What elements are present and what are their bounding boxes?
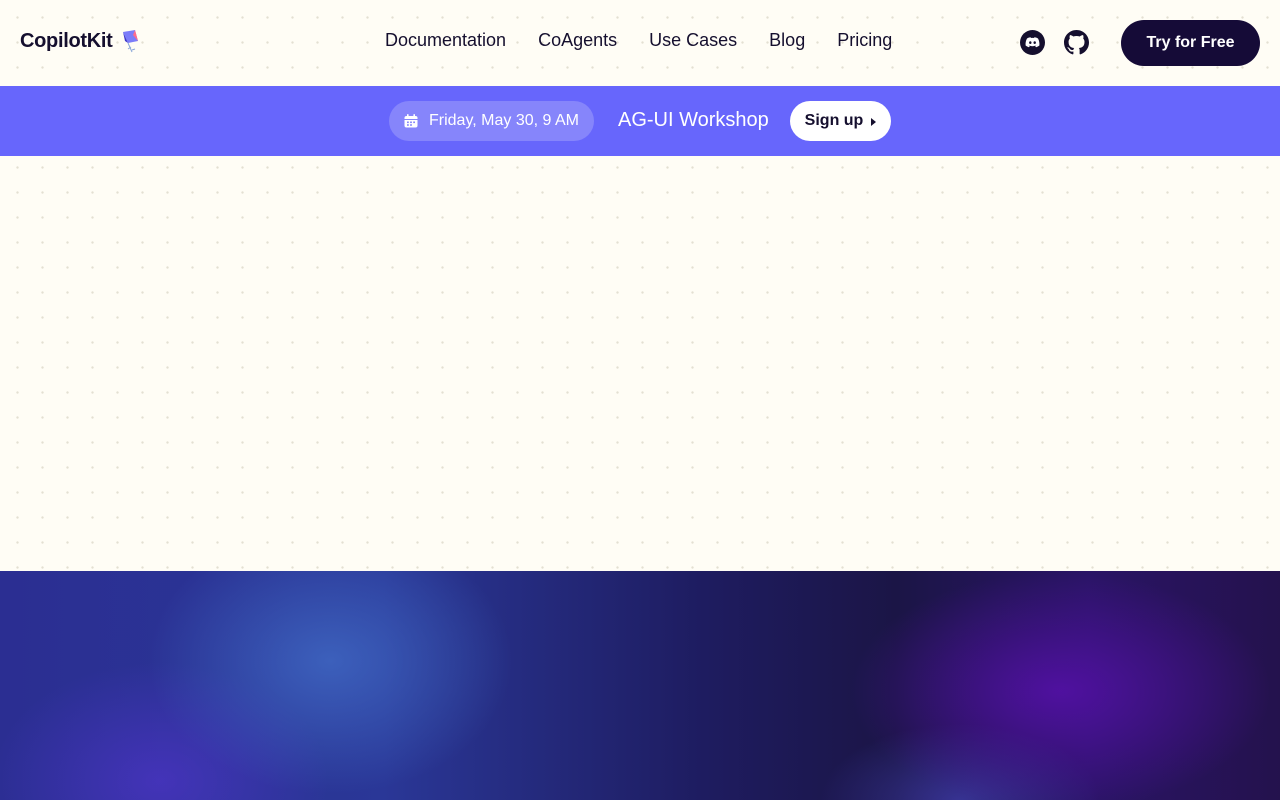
event-title: AG-UI Workshop — [618, 109, 769, 131]
social-links — [1020, 30, 1089, 55]
nav-documentation[interactable]: Documentation — [385, 30, 506, 51]
logo[interactable]: CopilotKit — [20, 29, 141, 53]
play-arrow-icon — [871, 118, 877, 126]
nav-use-cases[interactable]: Use Cases — [649, 30, 737, 51]
event-banner: Friday, May 30, 9 AM AG-UI Workshop Sign… — [0, 86, 1280, 156]
kite-icon — [122, 30, 138, 53]
site-header: CopilotKit Documentation CoAgents Use Ca… — [0, 0, 1280, 86]
discord-icon[interactable] — [1020, 30, 1045, 55]
event-date: Friday, May 30, 9 AM — [429, 112, 579, 129]
sign-up-label: Sign up — [804, 112, 864, 129]
try-for-free-button[interactable]: Try for Free — [1121, 20, 1260, 66]
logo-text: CopilotKit — [20, 29, 113, 52]
nav-coagents[interactable]: CoAgents — [538, 30, 617, 51]
sign-up-button[interactable]: Sign up — [790, 101, 891, 141]
hero-gradient-section — [0, 571, 1280, 800]
github-icon[interactable] — [1064, 30, 1089, 55]
nav-blog[interactable]: Blog — [769, 30, 805, 51]
calendar-icon — [404, 114, 418, 128]
event-date-pill: Friday, May 30, 9 AM — [389, 101, 594, 141]
nav-pricing[interactable]: Pricing — [837, 30, 892, 51]
main-nav: Documentation CoAgents Use Cases Blog Pr… — [385, 30, 892, 51]
